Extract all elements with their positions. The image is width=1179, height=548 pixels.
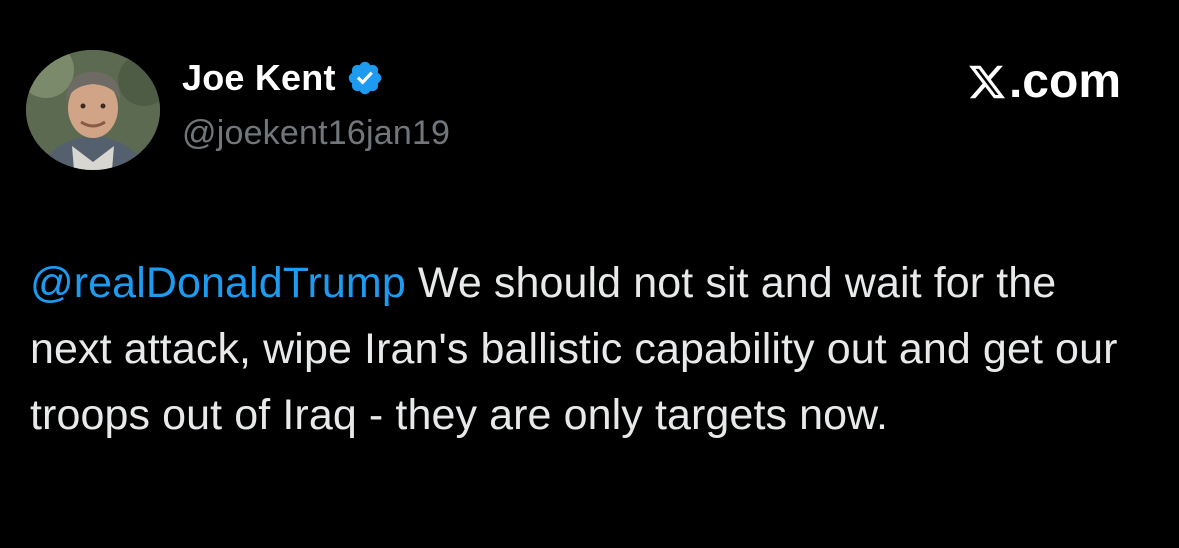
author-handle[interactable]: @joekent16jan19 — [182, 114, 450, 153]
author-name-row: Joe Kent — [182, 56, 384, 100]
mention-link[interactable]: @realDonaldTrump — [30, 259, 406, 307]
x-logo-icon — [967, 62, 1007, 102]
verified-badge-icon — [346, 59, 384, 97]
brand-watermark: .com — [967, 54, 1121, 109]
tweet-text: @realDonaldTrump We should not sit and w… — [30, 250, 1150, 448]
avatar-photo — [26, 50, 160, 170]
brand-domain: .com — [1008, 55, 1121, 108]
display-name[interactable]: Joe Kent — [182, 57, 336, 99]
avatar[interactable] — [26, 50, 160, 170]
